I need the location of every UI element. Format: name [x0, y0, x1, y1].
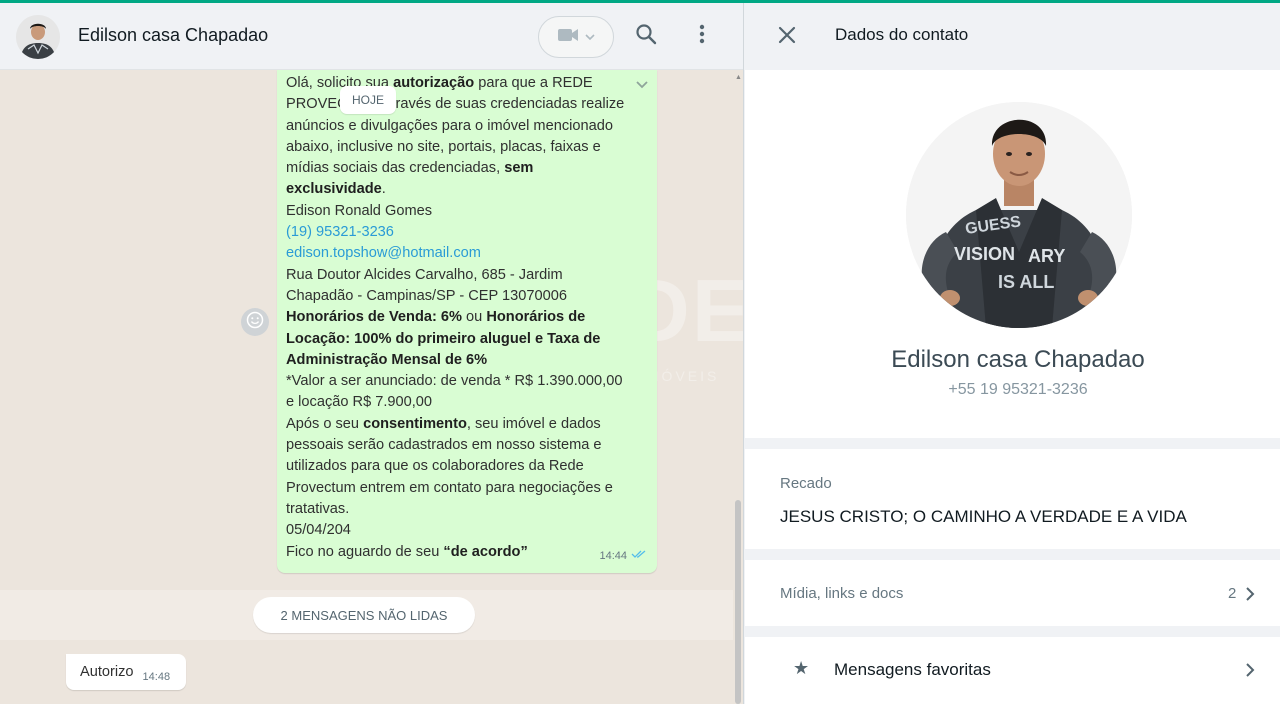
message-meta: 14:44: [599, 546, 647, 567]
message-line: Administração Mensal de 6%: [286, 351, 488, 368]
message-line: abaixo, inclusive no site, portais, plac…: [286, 138, 601, 155]
video-camera-icon: [557, 27, 579, 48]
outgoing-message-bubble[interactable]: Olá, solicito sua autorização para que a…: [277, 70, 657, 573]
message-line: tratativas.: [286, 500, 350, 517]
starred-messages-label: Mensagens favoritas: [834, 660, 991, 679]
smiley-icon: [246, 311, 264, 334]
date-separator-chip: HOJE: [340, 86, 396, 114]
profile-photo[interactable]: GUESS VISION ARY IS ALL: [906, 102, 1132, 328]
chat-contact-name[interactable]: Edilson casa Chapadao: [78, 25, 268, 46]
profile-card: GUESS VISION ARY IS ALL Edilson casa Cha…: [745, 70, 1280, 438]
chat-header[interactable]: Edilson casa Chapadao: [0, 3, 743, 70]
contact-avatar[interactable]: [16, 15, 60, 59]
message-line: pessoais serão cadastrados em nosso sist…: [286, 437, 602, 454]
incoming-message-time: 14:48: [142, 671, 171, 683]
message-line: Edison Ronald Gomes: [286, 202, 433, 219]
contact-info-title: Dados do contato: [835, 25, 969, 44]
media-count: 2: [1228, 585, 1237, 602]
contact-info-pane: Dados do contato GUESS VISION ARY IS ALL: [745, 3, 1280, 704]
message-menu-chevron-icon[interactable]: [635, 76, 649, 97]
close-icon: [778, 26, 796, 49]
incoming-message-text: Autorizo: [80, 664, 134, 680]
contact-info-header: Dados do contato: [745, 3, 1280, 70]
chevron-down-icon: [585, 28, 595, 46]
svg-text:IS ALL: IS ALL: [998, 272, 1054, 292]
starred-messages-row[interactable]: ★ Mensagens favoritas: [745, 637, 1280, 704]
reaction-emoji-button[interactable]: [241, 308, 269, 336]
media-label: Mídia, links e docs: [780, 585, 904, 602]
profile-phone: +55 19 95321-3236: [948, 381, 1088, 398]
message-scrollbar[interactable]: ▲: [733, 70, 742, 704]
scroll-up-arrow-icon[interactable]: ▲: [735, 74, 742, 81]
message-line: utilizados para que os colaboradores da …: [286, 458, 584, 475]
message-line: Após o seu consentimento, seu imóvel e d…: [286, 415, 601, 432]
message-line: mídias sociais das credenciadas, sem: [286, 160, 534, 177]
message-line: Rua Doutor Alcides Carvalho, 685 - Jardi…: [286, 266, 563, 283]
message-list[interactable]: REDE IMÓVEIS Olá, solicito sua autorizaç…: [0, 70, 743, 704]
about-label: Recado: [780, 475, 832, 492]
message-line: anúncios e divulgações para o imóvel men…: [286, 117, 613, 134]
message-line: Honorários de Venda: 6% ou Honorários de: [286, 309, 586, 326]
chevron-right-icon: [1245, 662, 1255, 683]
close-contact-info-button[interactable]: [773, 23, 801, 51]
message-time: 14:44: [599, 549, 627, 562]
search-icon: [635, 23, 657, 50]
message-line: *Valor a ser anunciado: de venda * R$ 1.…: [286, 373, 623, 390]
scrollbar-thumb[interactable]: [735, 500, 741, 704]
unread-messages-banner: 2 MENSAGENS NÃO LIDAS: [253, 597, 475, 633]
message-line: exclusividade.: [286, 181, 386, 198]
message-line: Provectum entrem em contato para negocia…: [286, 479, 613, 496]
svg-text:ARY: ARY: [1028, 246, 1065, 266]
more-vertical-icon: [699, 24, 705, 49]
message-line: Chapadão - Campinas/SP - CEP 13070006: [286, 287, 567, 304]
incoming-message-bubble[interactable]: Autorizo 14:48: [66, 654, 186, 690]
about-text: JESUS CRISTO; O CAMINHO A VERDADE E A VI…: [780, 507, 1187, 526]
svg-text:VISION: VISION: [954, 244, 1015, 264]
message-line: Fico no aguardo de seu “de acordo”: [286, 543, 528, 560]
profile-name: Edilson casa Chapadao: [891, 346, 1145, 373]
double-check-icon: [631, 546, 647, 567]
message-line: Locação: 100% do primeiro aluguel e Taxa…: [286, 330, 601, 347]
message-line: 05/04/204: [286, 522, 351, 539]
media-links-docs-row[interactable]: Mídia, links e docs 2: [745, 560, 1280, 626]
chevron-right-icon: [1245, 586, 1255, 607]
chat-pane: Edilson casa Chapadao REDE IMÓVEIS: [0, 3, 744, 704]
about-section: Recado JESUS CRISTO; O CAMINHO A VERDADE…: [745, 449, 1280, 549]
chat-menu-button[interactable]: [686, 20, 718, 52]
search-button[interactable]: [630, 20, 662, 52]
video-call-button[interactable]: [538, 16, 614, 58]
star-icon: ★: [793, 658, 810, 678]
phone-link[interactable]: (19) 95321-3236: [286, 222, 647, 243]
email-link[interactable]: edison.topshow@hotmail.com: [286, 243, 647, 264]
message-line: e locação R$ 7.900,00: [286, 394, 433, 411]
